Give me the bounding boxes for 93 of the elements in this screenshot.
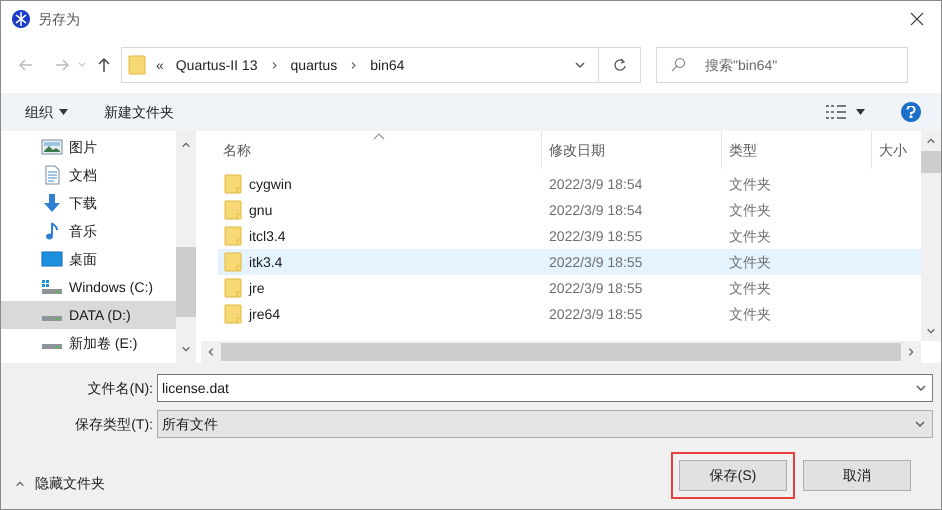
caret-icon — [78, 61, 86, 69]
file-type: 文件夹 — [728, 278, 771, 298]
scrollbar-thumb[interactable] — [921, 151, 941, 173]
column-header[interactable]: 名称 — [201, 131, 541, 169]
sidebar-item[interactable]: 下载 — [1, 189, 176, 217]
app-logo-icon — [11, 9, 31, 29]
chevron-icon — [270, 60, 278, 70]
file-type: 文件夹 — [728, 226, 771, 246]
view-options-button[interactable] — [826, 105, 865, 119]
modified-date: 2022/3/9 18:54 — [548, 174, 644, 194]
file-row[interactable]: jre 2022/3/9 18:55 文件夹 — [218, 275, 921, 301]
breadcrumb-segment[interactable]: bin64 — [370, 54, 404, 76]
file-list-scrollbar[interactable] — [921, 131, 941, 341]
scrollbar-thumb[interactable] — [221, 343, 901, 361]
field-label: 保存类型(T): — [74, 414, 154, 434]
scroll-up-icon — [926, 136, 936, 146]
file-name: jre — [249, 278, 265, 298]
file-row[interactable]: itk3.4 2022/3/9 18:55 文件夹 — [218, 249, 921, 275]
close-icon — [909, 11, 925, 27]
file-name: itk3.4 — [249, 252, 282, 272]
window-title: 另存为 — [38, 10, 80, 28]
search-icon — [670, 57, 686, 73]
file-row[interactable]: jre64 2022/3/9 18:55 文件夹 — [218, 301, 921, 327]
caret-icon — [59, 109, 68, 115]
modified-date: 2022/3/9 18:55 — [548, 226, 644, 246]
folder-icon — [224, 304, 242, 324]
overflow-chevron[interactable]: « — [156, 54, 164, 76]
modified-date: 2022/3/9 18:55 — [548, 252, 644, 272]
horizontal-scrollbar[interactable] — [201, 341, 921, 363]
back-arrow-icon — [18, 57, 34, 73]
new-folder-button[interactable]: 新建文件夹 — [104, 102, 174, 122]
file-type-dropdown[interactable]: 所有文件 — [157, 410, 933, 438]
scroll-down-icon — [926, 326, 936, 336]
drive-icon — [41, 277, 63, 297]
column-header[interactable]: 类型 — [721, 131, 871, 169]
hide-folders-button[interactable]: 隐藏文件夹 — [15, 473, 105, 494]
column-header[interactable]: 修改日期 — [541, 131, 721, 169]
scroll-right-icon — [906, 347, 916, 357]
file-type: 文件夹 — [728, 304, 771, 324]
folder-icon — [128, 55, 146, 75]
sidebar-item[interactable]: Windows (C:) — [1, 273, 176, 301]
up-arrow-icon — [96, 57, 112, 73]
forward-arrow-icon — [54, 57, 70, 73]
caret-icon — [856, 109, 865, 115]
organize-button[interactable]: 组织 — [25, 102, 68, 122]
down-arrow-icon — [41, 193, 63, 213]
file-row[interactable]: itcl3.4 2022/3/9 18:55 文件夹 — [218, 223, 921, 249]
desktop-icon — [41, 249, 63, 269]
sidebar-item[interactable]: 图片 — [1, 133, 176, 161]
sidebar-item[interactable]: 文档 — [1, 161, 176, 189]
file-name: gnu — [249, 200, 272, 220]
file-type: 文件夹 — [728, 200, 771, 220]
folder-icon — [224, 226, 242, 246]
sidebar-scrollbar[interactable] — [176, 131, 196, 363]
sidebar-item[interactable]: DATA (D:) — [1, 301, 176, 329]
file-type: 文件夹 — [728, 252, 771, 272]
sidebar-item[interactable]: 音乐 — [1, 217, 176, 245]
dialog-button[interactable]: 保存(S) — [679, 460, 787, 491]
sidebar-item[interactable]: 桌面 — [1, 245, 176, 273]
file-name: jre64 — [249, 304, 280, 324]
chevron-icon — [349, 60, 358, 70]
scroll-up-icon — [181, 140, 191, 150]
folder-icon — [224, 200, 242, 220]
folder-icon — [224, 174, 242, 194]
file-row[interactable]: cygwin 2022/3/9 18:54 文件夹 — [218, 171, 921, 197]
help-button[interactable] — [901, 102, 921, 122]
modified-date: 2022/3/9 18:54 — [548, 200, 644, 220]
file-type: 文件夹 — [728, 174, 771, 194]
help-icon — [906, 106, 916, 118]
breadcrumb-segment[interactable]: quartus — [290, 54, 338, 76]
picture-frame-icon — [41, 137, 63, 157]
sidebar-item[interactable]: 新加卷 (E:) — [1, 329, 176, 357]
drive-icon — [42, 344, 62, 349]
file-name-field[interactable]: license.dat — [157, 374, 933, 402]
list-view-icon — [826, 105, 846, 119]
modified-date: 2022/3/9 18:55 — [548, 304, 644, 324]
scroll-left-icon — [206, 347, 216, 357]
folder-icon — [224, 252, 242, 272]
breadcrumb-segment[interactable]: Quartus-II 13 — [176, 54, 258, 76]
drive-icon — [42, 316, 62, 321]
file-row[interactable]: gnu 2022/3/9 18:54 文件夹 — [218, 197, 921, 223]
field-label: 文件名(N): — [86, 378, 154, 398]
scrollbar-thumb[interactable] — [176, 247, 196, 317]
address-bar[interactable]: « Quartus-II 13 quartus bin64 — [121, 47, 599, 83]
refresh-icon — [612, 58, 626, 72]
scroll-down-icon — [181, 344, 191, 354]
refresh-button[interactable] — [599, 47, 641, 83]
modified-date: 2022/3/9 18:55 — [548, 278, 644, 298]
folder-icon — [224, 278, 242, 298]
dialog-button[interactable]: 取消 — [803, 460, 911, 491]
search-field[interactable]: 搜索"bin64" — [656, 47, 908, 83]
file-name: itcl3.4 — [249, 226, 286, 246]
file-name: cygwin — [249, 174, 292, 194]
